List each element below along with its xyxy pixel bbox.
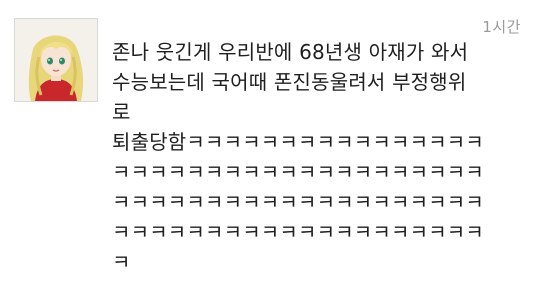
post-text-line: ㅋ — [112, 250, 131, 274]
avatar[interactable] — [14, 18, 98, 102]
post-text-line: 로 — [112, 100, 131, 124]
post-text-line: 존나 웃긴게 우리반에 68년생 아재가 와서 — [112, 40, 469, 64]
post-text-line: ㅋㅋㅋㅋㅋㅋㅋㅋㅋㅋㅋㅋㅋㅋㅋㅋㅋㅋㅋㅋ — [112, 160, 484, 184]
post-text-line: 퇴출당함ㅋㅋㅋㅋㅋㅋㅋㅋㅋㅋㅋㅋㅋㅋㅋㅋ — [112, 130, 484, 154]
comment-post: 1시간 존나 웃긴게 우리반에 68년생 아재가 와서 수능보는데 국어때 폰진… — [0, 0, 533, 303]
post-text-line: ㅋㅋㅋㅋㅋㅋㅋㅋㅋㅋㅋㅋㅋㅋㅋㅋㅋㅋㅋㅋ — [112, 190, 484, 214]
anime-girl-avatar-icon — [15, 19, 97, 101]
post-text: 존나 웃긴게 우리반에 68년생 아재가 와서 수능보는데 국어때 폰진동울려서… — [112, 37, 522, 277]
post-text-line: ㅋㅋㅋㅋㅋㅋㅋㅋㅋㅋㅋㅋㅋㅋㅋㅋㅋㅋㅋㅋ — [112, 220, 484, 244]
post-text-line: 수능보는데 국어때 폰진동울려서 부정행위 — [112, 70, 467, 94]
timestamp: 1시간 — [482, 18, 521, 36]
